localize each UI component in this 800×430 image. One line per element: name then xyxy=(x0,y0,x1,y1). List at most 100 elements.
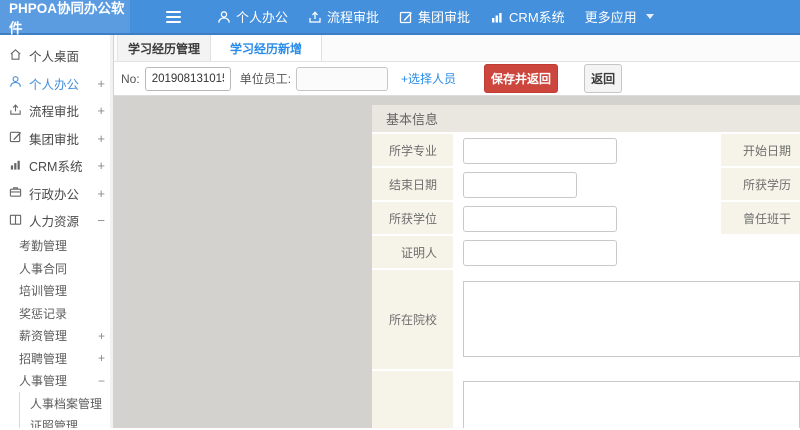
tab-bar: 学习经历管理 学习经历新增 xyxy=(114,35,800,62)
edit-icon xyxy=(399,10,413,24)
user-icon xyxy=(217,10,231,24)
employee-input[interactable] xyxy=(296,66,389,91)
school-location-textarea[interactable] xyxy=(463,381,800,428)
sidebar-item-personnel-archive[interactable]: 人事档案管理 xyxy=(20,392,113,415)
empty-cell xyxy=(721,236,800,270)
sidebar-item-personal-desktop[interactable]: 个人桌面 xyxy=(0,42,113,70)
hamburger-menu-icon[interactable] xyxy=(166,0,181,33)
field-label-class-cadre: 曾任班干 xyxy=(721,202,800,236)
expand-icon[interactable]: + xyxy=(98,329,105,343)
nav-item-label: 集团审批 xyxy=(418,10,471,25)
academic-degree-input[interactable] xyxy=(463,206,617,232)
study-history-form: 基本信息 所学专业 开始日期 结束日期 所获学历 所获学位 曾任班干 证明人 所… xyxy=(372,105,800,428)
expand-icon[interactable]: + xyxy=(97,103,105,118)
sidebar-item-label: 人力资源 xyxy=(29,215,80,230)
sidebar-item-personal-office[interactable]: 个人办公 + xyxy=(0,70,113,98)
sidebar-item-hr[interactable]: 人力资源 − xyxy=(0,207,113,235)
tab-study-history-manage[interactable]: 学习经历管理 xyxy=(117,35,212,61)
field-label-end-date: 结束日期 xyxy=(372,168,453,202)
sidebar-item-label: 薪资管理 xyxy=(19,329,68,344)
expand-icon[interactable]: + xyxy=(97,76,105,91)
field-label-certifier: 证明人 xyxy=(372,236,453,270)
caret-down-icon xyxy=(645,14,654,19)
sidebar-item-label: 行政办公 xyxy=(29,187,80,202)
collapse-icon[interactable]: − xyxy=(98,374,105,388)
employee-label: 单位员工: xyxy=(239,72,292,86)
field-label-school: 所在院校 xyxy=(372,270,453,371)
section-title: 基本信息 xyxy=(372,105,800,134)
upload-icon xyxy=(9,103,22,119)
sidebar-item-label: 培训管理 xyxy=(19,284,68,299)
field-label-major: 所学专业 xyxy=(372,134,453,168)
field-label-school-location: 院校所在地 xyxy=(372,371,453,428)
expand-icon[interactable]: + xyxy=(97,158,105,173)
field-label-academic-degree: 所获学位 xyxy=(372,202,453,236)
certifier-input[interactable] xyxy=(463,240,617,266)
select-person-link[interactable]: +选择人员 xyxy=(401,70,456,87)
sidebar-item-label: 个人桌面 xyxy=(29,50,80,65)
sidebar-subtree: 人事档案管理 证照管理 xyxy=(19,392,113,428)
sidebar-item-label: CRM系统 xyxy=(29,160,83,175)
expand-icon[interactable]: + xyxy=(97,186,105,201)
user-icon xyxy=(9,75,22,91)
form-canvas: 基本信息 所学专业 开始日期 结束日期 所获学历 所获学位 曾任班干 证明人 所… xyxy=(114,96,800,428)
field-label-start-date: 开始日期 xyxy=(721,134,800,168)
sidebar-item-personnel-mgmt[interactable]: 人事管理 − xyxy=(0,370,113,393)
sidebar-item-salary[interactable]: 薪资管理 + xyxy=(0,325,113,348)
form-row: 所在院校 xyxy=(372,270,800,371)
sidebar-item-admin-office[interactable]: 行政办公 + xyxy=(0,180,113,208)
top-navbar: PHPOA协同办公软件 个人办公 流程审批 集团审批 CRM系统 更多应用 xyxy=(0,0,800,36)
major-input[interactable] xyxy=(463,138,617,164)
sidebar-item-label: 流程审批 xyxy=(29,105,80,120)
form-row: 院校所在地 xyxy=(372,371,800,428)
bar-chart-icon xyxy=(9,158,22,174)
return-button[interactable]: 返回 xyxy=(584,64,623,93)
school-textarea[interactable] xyxy=(463,281,800,357)
form-row: 证明人 xyxy=(372,236,800,270)
nav-item-label: 流程审批 xyxy=(327,10,380,25)
nav-item-label: 个人办公 xyxy=(236,10,289,25)
end-date-input[interactable] xyxy=(463,172,577,198)
sidebar-item-workflow-approval[interactable]: 流程审批 + xyxy=(0,97,113,125)
tab-study-history-new[interactable]: 学习经历新增 xyxy=(211,35,323,61)
sidebar-item-recruitment[interactable]: 招聘管理 + xyxy=(0,347,113,370)
sidebar-item-group-approval[interactable]: 集团审批 + xyxy=(0,125,113,153)
expand-icon[interactable]: + xyxy=(98,351,105,365)
sidebar: 个人桌面 个人办公 + 流程审批 + 集团审批 + CRM系统 + 行政办公 + xyxy=(0,35,114,428)
sidebar-item-label: 招聘管理 xyxy=(19,351,68,366)
sidebar-item-attendance[interactable]: 考勤管理 xyxy=(0,235,113,258)
home-icon xyxy=(9,48,22,64)
top-menu: 个人办公 流程审批 集团审批 CRM系统 更多应用 xyxy=(207,0,664,33)
save-and-return-button[interactable]: 保存并返回 xyxy=(484,64,559,93)
sidebar-item-rewards[interactable]: 奖惩记录 xyxy=(0,302,113,325)
sidebar-item-label: 考勤管理 xyxy=(19,239,68,254)
nav-item-crm[interactable]: CRM系统 xyxy=(480,0,575,33)
collapse-icon[interactable]: − xyxy=(97,213,105,228)
expand-icon[interactable]: + xyxy=(97,131,105,146)
edit-icon xyxy=(9,130,22,146)
upload-icon xyxy=(308,10,322,24)
nav-item-workflow-approval[interactable]: 流程审批 xyxy=(298,0,389,33)
sidebar-item-hr-contract[interactable]: 人事合同 xyxy=(0,257,113,280)
no-label: No: xyxy=(121,71,140,86)
sidebar-item-label: 人事管理 xyxy=(19,374,68,389)
sidebar-item-label: 证照管理 xyxy=(30,419,79,428)
sidebar-item-crm[interactable]: CRM系统 + xyxy=(0,152,113,180)
form-row: 结束日期 所获学历 xyxy=(372,168,800,202)
sidebar-item-certificate-mgmt[interactable]: 证照管理 xyxy=(20,415,113,428)
app-logo: PHPOA协同办公软件 xyxy=(0,0,130,36)
sidebar-item-label: 人事合同 xyxy=(19,261,68,276)
tab-label: 学习经历新增 xyxy=(230,41,303,56)
sidebar-item-label: 集团审批 xyxy=(29,132,80,147)
form-row: 所获学位 曾任班干 xyxy=(372,202,800,236)
sidebar-item-training[interactable]: 培训管理 xyxy=(0,280,113,303)
nav-item-group-approval[interactable]: 集团审批 xyxy=(389,0,480,33)
no-input[interactable] xyxy=(144,66,231,91)
sidebar-item-label: 奖惩记录 xyxy=(19,306,68,321)
nav-item-more-apps[interactable]: 更多应用 xyxy=(575,0,664,33)
sidebar-item-label: 人事档案管理 xyxy=(30,396,103,411)
sidebar-item-label: 个人办公 xyxy=(29,77,80,92)
nav-item-personal-office[interactable]: 个人办公 xyxy=(207,0,298,33)
tab-label: 学习经历管理 xyxy=(128,41,201,56)
form-row: 所学专业 开始日期 xyxy=(372,134,800,168)
